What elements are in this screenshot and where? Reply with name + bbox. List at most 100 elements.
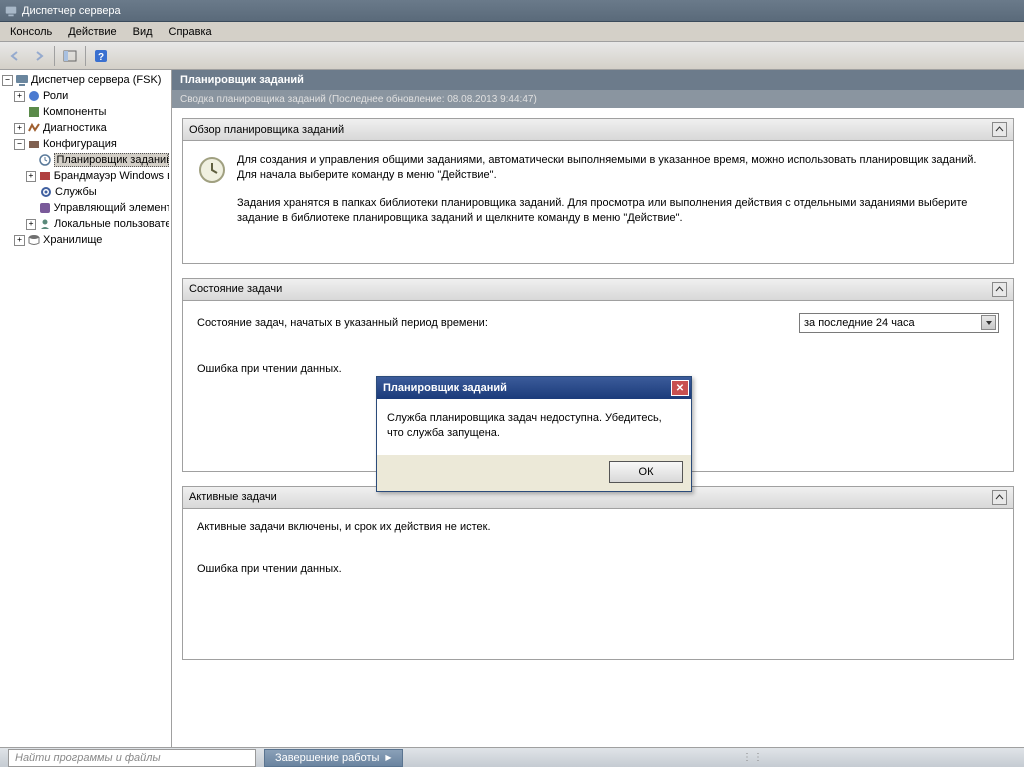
status-label: Состояние задач, начатых в указанный пер… (197, 317, 488, 329)
expander-icon[interactable]: + (14, 235, 25, 246)
tree-wmi[interactable]: Управляющий элемент W (0, 200, 171, 216)
navigation-tree[interactable]: − Диспетчер сервера (FSK) + Роли Компоне… (0, 70, 172, 747)
tree-services[interactable]: Службы (0, 184, 171, 200)
active-desc: Активные задачи включены, и срок их дейс… (197, 521, 999, 533)
dropdown-value: за последние 24 часа (804, 317, 915, 329)
expander-icon[interactable]: − (14, 139, 25, 150)
overview-p1: Для создания и управления общими задания… (237, 153, 999, 184)
menu-console[interactable]: Консоль (2, 24, 60, 40)
expander-spacer (26, 155, 36, 166)
content-subtitle: Сводка планировщика заданий (Последнее о… (172, 90, 1024, 108)
collapse-button[interactable] (992, 122, 1007, 137)
tree-roles[interactable]: + Роли (0, 88, 171, 104)
close-icon: ✕ (676, 383, 684, 394)
help-icon: ? (94, 49, 108, 63)
clock-icon (38, 153, 52, 167)
expander-icon[interactable]: − (2, 75, 13, 86)
chevron-up-icon (995, 493, 1004, 502)
expander-icon[interactable]: + (14, 123, 25, 134)
window-title: Диспетчер сервера (22, 5, 121, 17)
period-dropdown[interactable]: за последние 24 часа (799, 313, 999, 333)
taskbar: Найти программы и файлы Завершение работ… (0, 747, 1024, 767)
chevron-down-icon (981, 315, 996, 330)
section-header[interactable]: Обзор планировщика заданий (183, 119, 1013, 141)
content-title: Планировщик заданий (172, 70, 1024, 90)
collapse-button[interactable] (992, 490, 1007, 505)
nav-back-button[interactable] (4, 45, 26, 67)
server-icon (15, 73, 29, 87)
overview-p2: Задания хранятся в папках библиотеки пла… (237, 196, 999, 227)
users-icon (38, 217, 52, 231)
section-title: Активные задачи (189, 491, 277, 503)
tree-local-users[interactable]: + Локальные пользователи (0, 216, 171, 232)
active-error: Ошибка при чтении данных. (197, 563, 999, 575)
dialog-footer: ОК (377, 455, 691, 491)
resize-gripper[interactable]: ⋮⋮ (742, 752, 764, 763)
diagnostics-icon (27, 121, 41, 135)
tree-label: Роли (43, 90, 68, 102)
dialog-body: Служба планировщика задач недоступна. Уб… (377, 399, 691, 455)
dialog-title: Планировщик заданий (383, 382, 507, 394)
tree-root[interactable]: − Диспетчер сервера (FSK) (0, 72, 171, 88)
toolbar-separator (85, 46, 86, 66)
server-manager-icon (4, 4, 18, 18)
storage-icon (27, 233, 41, 247)
search-placeholder: Найти программы и файлы (15, 752, 161, 764)
menu-help[interactable]: Справка (161, 24, 220, 40)
toolbar-separator (54, 46, 55, 66)
nav-forward-button[interactable] (28, 45, 50, 67)
chevron-right-icon: ▶ (385, 753, 391, 762)
tree-storage[interactable]: + Хранилище (0, 232, 171, 248)
config-icon (27, 137, 41, 151)
tree-task-scheduler[interactable]: Планировщик заданий (0, 152, 171, 168)
arrow-right-icon (32, 49, 46, 63)
clock-icon (197, 155, 227, 185)
overview-text: Для создания и управления общими задания… (237, 153, 999, 239)
section-title: Обзор планировщика заданий (189, 124, 344, 136)
tree-label: Диспетчер сервера (FSK) (31, 74, 161, 86)
dialog-titlebar[interactable]: Планировщик заданий ✕ (377, 377, 691, 399)
menu-view[interactable]: Вид (125, 24, 161, 40)
collapse-button[interactable] (992, 282, 1007, 297)
svg-text:?: ? (98, 52, 104, 63)
help-button[interactable]: ? (90, 45, 112, 67)
tree-components[interactable]: Компоненты (0, 104, 171, 120)
menu-bar: Консоль Действие Вид Справка (0, 22, 1024, 42)
show-hide-tree-button[interactable] (59, 45, 81, 67)
close-button[interactable]: ✕ (671, 380, 689, 396)
ok-button[interactable]: ОК (609, 461, 683, 483)
gear-icon (39, 185, 53, 199)
menu-action[interactable]: Действие (60, 24, 124, 40)
tree-label: Конфигурация (43, 138, 117, 150)
tree-label: Службы (55, 186, 97, 198)
tree-firewall[interactable]: + Брандмауэр Windows в ре (0, 168, 171, 184)
chevron-up-icon (995, 285, 1004, 294)
expander-spacer (14, 107, 25, 118)
tree-label: Планировщик заданий (54, 153, 169, 167)
expander-icon[interactable]: + (26, 219, 36, 230)
error-dialog: Планировщик заданий ✕ Служба планировщик… (376, 376, 692, 492)
toolbar: ? (0, 42, 1024, 70)
active-tasks-section: Активные задачи Активные задачи включены… (182, 486, 1014, 660)
overview-section: Обзор планировщика заданий Для создания … (182, 118, 1014, 264)
expander-spacer (26, 187, 37, 198)
tree-label: Компоненты (43, 106, 106, 118)
taskbar-shutdown[interactable]: Завершение работы ▶ (264, 749, 403, 767)
window-titlebar: Диспетчер сервера (0, 0, 1024, 22)
panel-icon (63, 49, 77, 63)
chevron-up-icon (995, 125, 1004, 134)
tree-label: Диагностика (43, 122, 107, 134)
tree-label: Брандмауэр Windows в ре (54, 170, 169, 182)
section-header[interactable]: Состояние задачи (183, 279, 1013, 301)
tree-diagnostics[interactable]: + Диагностика (0, 120, 171, 136)
expander-icon[interactable]: + (26, 171, 36, 182)
search-input[interactable]: Найти программы и файлы (8, 749, 256, 767)
tree-label: Управляющий элемент W (54, 202, 169, 214)
role-icon (27, 89, 41, 103)
firewall-icon (38, 169, 52, 183)
component-icon (27, 105, 41, 119)
expander-icon[interactable]: + (14, 91, 25, 102)
expander-spacer (26, 203, 36, 214)
overview-body: Для создания и управления общими задания… (183, 141, 1013, 263)
tree-configuration[interactable]: − Конфигурация (0, 136, 171, 152)
